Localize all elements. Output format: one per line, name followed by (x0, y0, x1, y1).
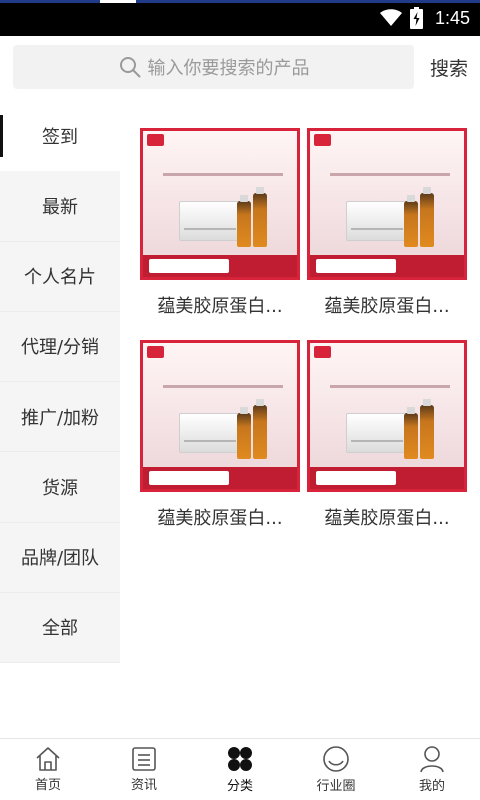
product-box-graphic (346, 413, 408, 453)
sidebar-item-label: 最新 (42, 196, 78, 218)
bottle-graphic (404, 195, 418, 247)
circle-icon (323, 746, 349, 772)
wifi-icon (379, 9, 402, 26)
brand-logo (314, 134, 331, 146)
tab-label: 资讯 (130, 778, 157, 793)
brand-logo (147, 134, 164, 146)
search-input[interactable]: 输入你要搜索的产品 (13, 45, 414, 89)
bottle-graphic (420, 399, 434, 459)
product-card[interactable]: 蕴美胶原蛋白... (307, 340, 467, 530)
profile-icon (420, 746, 444, 773)
banner-footer-box (149, 471, 229, 485)
sidebar-item-label: 品牌/团队 (20, 548, 100, 570)
sidebar-item-label: 签到 (42, 127, 78, 149)
product-card[interactable]: 蕴美胶原蛋白... (307, 128, 467, 318)
sidebar-item-supply[interactable]: 货源 (0, 452, 120, 523)
search-placeholder: 输入你要搜索的产品 (147, 58, 310, 79)
product-box-graphic (346, 201, 408, 241)
banner-subline (330, 173, 450, 176)
status-icons: 1:45 (379, 6, 470, 30)
product-card[interactable]: 蕴美胶原蛋白... (140, 340, 300, 530)
product-box-graphic (179, 201, 241, 241)
brand-logo (314, 346, 331, 358)
sidebar-item-business-card[interactable]: 个人名片 (0, 242, 120, 312)
product-name[interactable]: 蕴美胶原蛋白... (307, 504, 467, 530)
bottle-graphic (237, 195, 251, 247)
banner-subline (330, 385, 450, 388)
bottle-graphic (253, 187, 267, 247)
sidebar-item-brand-team[interactable]: 品牌/团队 (0, 523, 120, 593)
sidebar-item-label: 货源 (42, 477, 78, 499)
sidebar-item-label: 个人名片 (24, 267, 96, 289)
product-image[interactable] (140, 340, 300, 492)
sidebar-item-label: 全部 (42, 618, 78, 640)
bottle-graphic (420, 187, 434, 247)
sidebar-item-all[interactable]: 全部 (0, 593, 120, 663)
tab-label: 行业圈 (316, 779, 356, 794)
product-name[interactable]: 蕴美胶原蛋白... (140, 504, 300, 530)
sidebar-item-checkin[interactable]: 签到 (0, 101, 120, 172)
search-icon (119, 57, 141, 78)
bottle-graphic (237, 407, 251, 459)
tab-home[interactable]: 首页 (0, 739, 96, 800)
banner-footer-box (316, 471, 396, 485)
brand-logo (147, 346, 164, 358)
tab-profile[interactable]: 我的 (384, 739, 480, 800)
news-icon (132, 747, 156, 771)
home-icon (36, 747, 60, 771)
status-bar: 1:45 (0, 0, 480, 36)
sidebar-item-label: 代理/分销 (20, 337, 100, 359)
category-icon (228, 747, 252, 771)
tab-label: 我的 (418, 779, 445, 794)
tab-news[interactable]: 资讯 (96, 739, 192, 800)
sidebar-item-latest[interactable]: 最新 (0, 171, 120, 242)
banner-footer-box (316, 259, 396, 273)
sidebar-item-label: 推广/加粉 (20, 407, 100, 429)
banner-subline (163, 385, 283, 388)
search-row: 输入你要搜索的产品 搜索 (0, 44, 480, 90)
product-name[interactable]: 蕴美胶原蛋白... (140, 292, 300, 318)
tab-label: 首页 (34, 778, 61, 793)
banner-subline (163, 173, 283, 176)
banner-footer-box (149, 259, 229, 273)
bottle-graphic (253, 399, 267, 459)
status-accent-line (0, 0, 480, 3)
sidebar-item-promotion[interactable]: 推广/加粉 (0, 382, 120, 453)
tab-label: 分类 (226, 779, 253, 794)
product-image[interactable] (307, 340, 467, 492)
status-time: 1:45 (434, 7, 470, 28)
category-sidebar: 签到 最新 个人名片 代理/分销 推广/加粉 货源 品牌/团队 全部 (0, 101, 120, 663)
tab-category[interactable]: 分类 (192, 739, 288, 800)
bottom-tab-bar: 首页 资讯 分类 行业圈 我的 (0, 738, 480, 800)
product-box-graphic (179, 413, 241, 453)
product-card[interactable]: 蕴美胶原蛋白... (140, 128, 300, 318)
battery-icon (409, 7, 423, 29)
product-image[interactable] (140, 128, 300, 280)
product-name[interactable]: 蕴美胶原蛋白... (307, 292, 467, 318)
tab-circle[interactable]: 行业圈 (288, 739, 384, 800)
product-image[interactable] (307, 128, 467, 280)
search-button[interactable]: 搜索 (430, 54, 468, 81)
sidebar-item-agency[interactable]: 代理/分销 (0, 312, 120, 382)
bottle-graphic (404, 407, 418, 459)
status-accent-mark (100, 0, 136, 3)
